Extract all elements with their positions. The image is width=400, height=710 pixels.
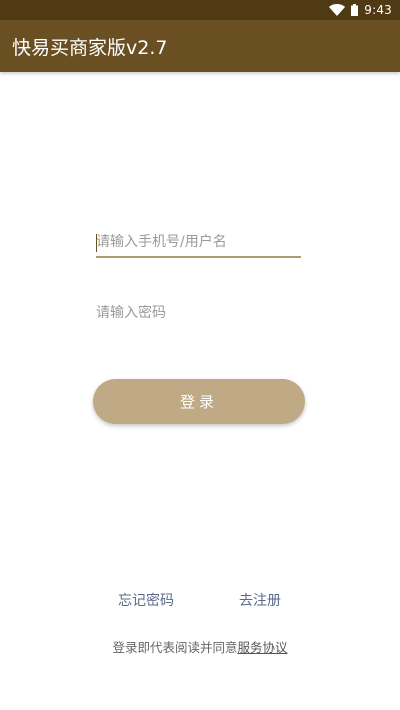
status-bar: 9:43	[0, 0, 400, 20]
service-agreement-link[interactable]: 服务协议	[238, 640, 288, 655]
status-time: 9:43	[364, 3, 392, 17]
app-title: 快易买商家版v2.7	[12, 36, 168, 59]
password-input[interactable]	[96, 305, 301, 327]
username-field[interactable]	[96, 228, 301, 258]
app-bar: 快易买商家版v2.7	[0, 20, 400, 72]
login-screen: 9:43 快易买商家版v2.7 登录 忘记密码 去注册 登录即代表阅读并同意服务…	[0, 0, 400, 710]
login-button[interactable]: 登录	[93, 379, 305, 424]
text-cursor	[96, 234, 97, 252]
wifi-icon	[329, 4, 346, 16]
password-field[interactable]	[96, 298, 301, 328]
forgot-password-link[interactable]: 忘记密码	[118, 590, 174, 610]
agreement-prefix: 登录即代表阅读并同意	[112, 640, 238, 655]
agreement-text: 登录即代表阅读并同意服务协议	[0, 637, 400, 656]
register-link[interactable]: 去注册	[239, 590, 281, 610]
battery-icon	[351, 4, 359, 16]
username-input[interactable]	[96, 234, 301, 256]
